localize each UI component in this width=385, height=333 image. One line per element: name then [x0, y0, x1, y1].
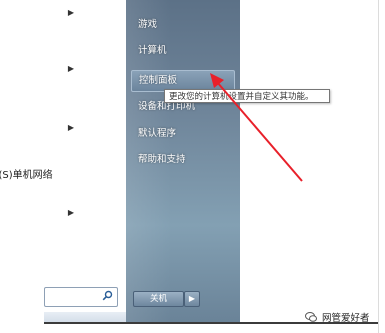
- menu-item-games[interactable]: 游戏: [126, 15, 236, 35]
- search-input[interactable]: [44, 287, 118, 307]
- document-right-area: [240, 0, 385, 333]
- start-menu-left-footer: [44, 312, 126, 322]
- menu-item-label: 控制面板: [139, 75, 178, 86]
- menu-item-computer[interactable]: 计算机: [126, 41, 236, 61]
- start-menu-left-item[interactable]: ▶: [0, 204, 82, 222]
- menu-item-label: 计算机: [138, 45, 167, 56]
- submenu-arrow-icon: ▶: [67, 208, 74, 217]
- menu-item-label: 帮助和支持: [138, 154, 186, 165]
- submenu-arrow-icon: ▶: [67, 123, 74, 132]
- left-item-label: op(S)单机网络: [0, 170, 53, 181]
- wechat-icon: [305, 312, 317, 322]
- menu-item-label: 游戏: [138, 19, 158, 30]
- shutdown-button[interactable]: 关机: [133, 291, 184, 307]
- start-menu-left-item[interactable]: op(S)单机网络: [0, 167, 82, 185]
- document-divider: [378, 0, 379, 333]
- start-menu-left-pane: [44, 0, 127, 322]
- search-icon[interactable]: [101, 290, 114, 303]
- start-menu-left-item[interactable]: ▶: [0, 60, 82, 78]
- watermark: 网管爱好者: [305, 312, 385, 326]
- submenu-arrow-icon: ▶: [67, 64, 74, 73]
- watermark-text: 网管爱好者: [322, 313, 370, 324]
- menu-item-default-programs[interactable]: 默认程序: [126, 124, 236, 144]
- menu-item-help-support[interactable]: 帮助和支持: [126, 150, 236, 170]
- submenu-arrow-icon: ▶: [67, 8, 74, 17]
- shutdown-options-button[interactable]: ▶: [184, 291, 200, 307]
- start-menu-left-item[interactable]: e ▶: [0, 4, 82, 22]
- tooltip: 更改您的计算机设置并自定义其功能。: [164, 89, 330, 103]
- start-menu-left-item[interactable]: ▶: [0, 119, 82, 137]
- menu-item-label: 默认程序: [138, 128, 177, 139]
